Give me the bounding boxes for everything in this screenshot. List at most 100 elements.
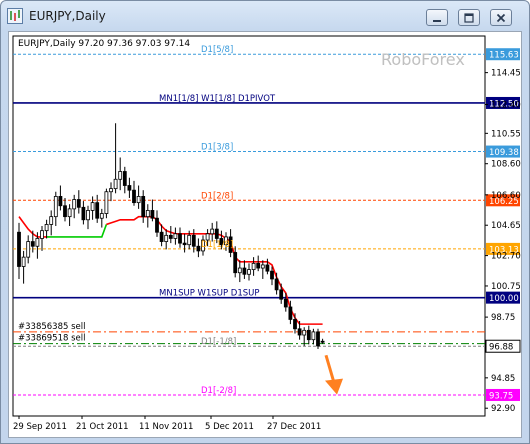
level-price-tag-text: 115.63: [489, 51, 519, 61]
candle-body: [316, 331, 320, 347]
candle-body: [283, 298, 288, 308]
candle-body: [44, 224, 49, 232]
time-tick-label: 21 Oct 2011: [76, 422, 129, 432]
price-tick-label: 104.65: [491, 221, 521, 231]
price-tick-label: 102.70: [491, 252, 521, 262]
title-bar[interactable]: EURJPY,Daily: [1, 1, 529, 31]
price-tick-label: 100.75: [491, 282, 521, 292]
price-tick-label: 110.55: [491, 129, 521, 139]
candle-body: [30, 241, 35, 247]
candle-body: [122, 171, 127, 186]
level-price-tag-text: 93.75: [489, 391, 513, 401]
level-label: D1[3/8]: [201, 143, 233, 153]
candle-body: [118, 171, 123, 180]
candle-body: [67, 208, 72, 218]
candle-body: [196, 245, 201, 252]
candle-body: [58, 196, 63, 207]
current-price-tag-text: 96.88: [489, 343, 513, 353]
level-label: D1[-2/8]: [201, 386, 236, 396]
candle-body: [99, 213, 104, 219]
candle-body: [17, 231, 21, 267]
candle-body: [297, 328, 302, 336]
candle-body: [141, 196, 146, 218]
candle-body: [311, 331, 316, 341]
candle-body: [302, 329, 307, 336]
candle-body: [72, 199, 77, 210]
level-label: D1[-1/8]: [201, 337, 236, 347]
candle-body: [256, 262, 261, 269]
chart-frame: D1[5/8] MN1[1/8] W1[1/8] D1PIVOT D1[3/8] D1…: [8, 31, 522, 438]
chart-app-icon: [7, 8, 23, 24]
candle-body: [136, 196, 141, 204]
candle-body: [113, 178, 118, 190]
price-tick-label: 94.85: [491, 374, 515, 384]
candle-body: [95, 202, 100, 219]
candle-body: [178, 233, 182, 244]
price-chart[interactable]: D1[5/8] MN1[1/8] W1[1/8] D1PIVOT D1[3/8] D1…: [9, 32, 521, 437]
candle-body: [164, 234, 169, 242]
minimize-icon: [433, 20, 441, 22]
candle-body: [86, 210, 90, 221]
time-tick-label: 11 Nov 2011: [139, 422, 193, 432]
candle-body: [104, 191, 109, 214]
watermark: RoboForex: [381, 50, 465, 69]
order-label: #33869518 sell: [18, 334, 85, 344]
candle-body: [191, 234, 196, 247]
level-label: D1[1/8]: [201, 240, 233, 250]
candle-body: [53, 196, 58, 218]
price-tick-label: 112.40: [491, 101, 521, 111]
candle-body: [214, 228, 219, 239]
candle-body: [21, 256, 26, 267]
candle-body: [109, 188, 113, 193]
window-title: EURJPY,Daily: [29, 9, 106, 23]
candle-body: [90, 202, 95, 211]
candle-body: [76, 199, 81, 208]
candle-body: [274, 278, 279, 291]
candle-body: [270, 270, 274, 280]
candle-body: [187, 234, 192, 246]
candle-body: [251, 262, 256, 271]
candle-body: [279, 289, 284, 300]
chart-header: EURJPY,Daily 97.20 97.36 97.03 97.14: [18, 39, 190, 49]
candle-body: [26, 241, 31, 258]
candle-body: [182, 242, 187, 246]
candle-body: [132, 189, 136, 204]
candle: [316, 328, 320, 350]
candle-body: [288, 306, 293, 320]
level-label: D1[2/8]: [201, 191, 233, 201]
candle-body: [150, 210, 155, 219]
candle-body: [260, 264, 265, 269]
candle-body: [40, 230, 44, 239]
chart-window: EURJPY,Daily D1[5/8] MN1[1/8] W1[1/8] D1…: [0, 0, 530, 444]
level-price-tag-text: 109.38: [489, 148, 519, 158]
price-tick-label: 92.90: [491, 404, 515, 414]
candle-body: [237, 267, 242, 274]
candle-body: [265, 264, 270, 272]
candle-body: [63, 205, 67, 218]
close-button[interactable]: [490, 9, 512, 26]
time-tick-label: 5 Dec 2011: [205, 422, 254, 432]
candle-body: [81, 206, 86, 221]
candle-body: [173, 233, 178, 239]
level-label: D1[5/8]: [201, 45, 233, 55]
minimize-button[interactable]: [426, 9, 448, 26]
candle-body: [233, 252, 238, 274]
candle-body: [210, 228, 215, 235]
candle-body: [320, 340, 325, 343]
price-tick-label: 106.60: [491, 191, 521, 201]
time-tick-label: 27 Dec 2011: [267, 422, 321, 432]
candle-body: [145, 210, 150, 218]
price-tick-label: 108.60: [491, 160, 521, 170]
price-tick-label: 98.75: [491, 313, 515, 323]
candle-body: [127, 185, 132, 191]
candle-body: [293, 319, 297, 330]
candle: [104, 188, 109, 219]
level-price-tag-text: 100.00: [489, 294, 519, 304]
candle-body: [155, 217, 159, 233]
candle-body: [242, 267, 247, 275]
order-label: #33856385 sell: [18, 322, 85, 332]
close-icon: [496, 13, 506, 23]
price-tick-label: 114.45: [491, 69, 521, 79]
maximize-button[interactable]: [458, 9, 480, 26]
candle-body: [159, 231, 164, 242]
